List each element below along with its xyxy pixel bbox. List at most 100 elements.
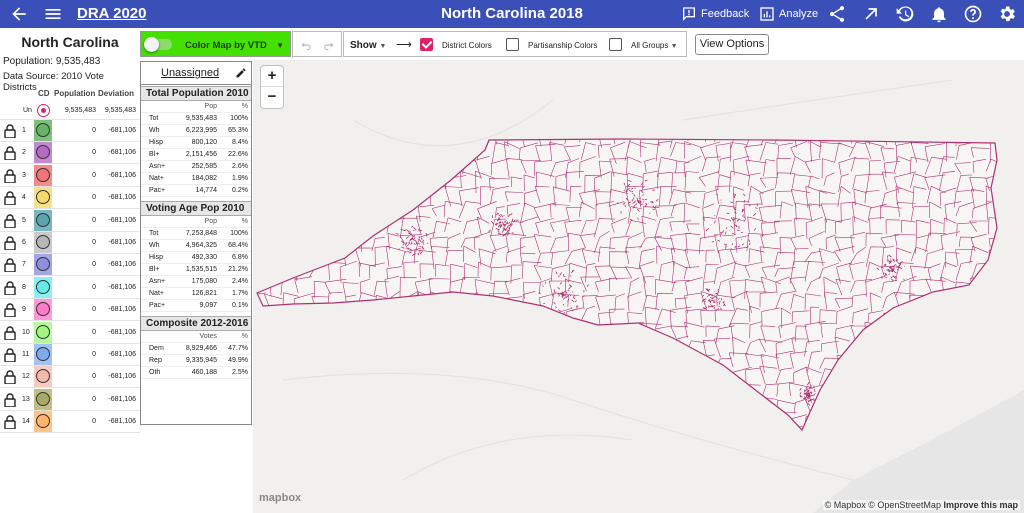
district-row[interactable]: 1 0 -681,106 [0, 120, 140, 142]
show-dropdown[interactable]: Show ▼ [350, 40, 386, 51]
col-pct-label: % [241, 332, 248, 340]
district-number: 4 [22, 194, 26, 202]
analyze-button[interactable]: Analyze [759, 4, 818, 24]
stats-key: Hisp [149, 138, 164, 146]
undo-icon[interactable] [299, 38, 313, 52]
lock-icon[interactable] [4, 124, 16, 138]
district-color-swatch[interactable] [34, 321, 52, 343]
district-color-swatch[interactable] [34, 254, 52, 276]
lock-icon[interactable] [4, 393, 16, 407]
history-icon[interactable] [895, 4, 915, 24]
lock-icon[interactable] [4, 236, 16, 250]
bell-icon[interactable] [929, 4, 949, 24]
expand-icon[interactable] [861, 4, 881, 24]
pencil-icon[interactable] [235, 67, 247, 79]
lock-icon[interactable] [4, 281, 16, 295]
district-color-swatch[interactable] [34, 164, 52, 186]
zoom-out-button[interactable]: − [261, 87, 283, 108]
stats-pct: 21.2% [228, 265, 248, 273]
unassigned-radio[interactable] [37, 104, 50, 117]
mapbox-logo[interactable]: mapbox [259, 492, 301, 504]
district-deviation: -681,106 [108, 418, 136, 426]
district-row[interactable]: 2 0 -681,106 [0, 142, 140, 165]
lock-icon[interactable] [4, 213, 16, 228]
district-colors-checkbox[interactable] [420, 38, 433, 51]
district-color-swatch[interactable] [34, 232, 52, 253]
chevron-down-icon: ▼ [276, 41, 284, 50]
arrow-left-icon[interactable] [9, 4, 29, 24]
color-map-dropdown[interactable]: Color Map by VTD ▼ [140, 31, 291, 57]
stats-row: Oth 460,188 2.5% [141, 367, 251, 379]
lock-icon[interactable] [4, 348, 16, 362]
zoom-in-button[interactable]: + [261, 66, 283, 87]
district-row[interactable]: 5 0 -681,106 [0, 209, 140, 232]
stats-title-bar: Unassigned [141, 62, 251, 85]
district-deviation: -681,106 [108, 306, 136, 314]
stats-key: Wh [149, 126, 160, 134]
district-number: 3 [22, 171, 26, 179]
district-population: 0 [92, 171, 96, 179]
district-color-swatch[interactable] [34, 142, 52, 164]
district-row[interactable]: 11 0 -681,106 [0, 344, 140, 366]
stats-row: Asn+ 252,585 2.6% [141, 161, 251, 173]
district-color-swatch[interactable] [34, 366, 52, 388]
brand-link[interactable]: DRA 2020 [77, 5, 146, 22]
stats-row: Wh 6,223,995 65.3% [141, 125, 251, 137]
lock-icon[interactable] [4, 370, 16, 385]
north-carolina-vtd-map[interactable] [253, 60, 1024, 513]
map-canvas[interactable] [253, 60, 1024, 513]
lock-icon[interactable] [4, 303, 16, 318]
all-groups-dropdown[interactable]: All Groups ▼ [631, 41, 678, 50]
stats-value: 9,335,945 [185, 356, 217, 364]
lock-icon[interactable] [4, 415, 16, 430]
feedback-button[interactable]: Feedback [681, 4, 749, 24]
lock-icon[interactable] [4, 325, 16, 340]
share-icon[interactable] [827, 4, 847, 24]
lock-icon[interactable] [4, 258, 16, 273]
redo-icon[interactable] [322, 38, 336, 52]
gear-icon[interactable] [997, 4, 1017, 24]
district-color-swatch[interactable] [34, 209, 52, 231]
lock-icon[interactable] [4, 191, 16, 206]
district-color-swatch[interactable] [34, 120, 52, 141]
district-row[interactable]: 13 0 -681,106 [0, 388, 140, 411]
partisanship-colors-label: Partisanship Colors [528, 41, 598, 50]
hamburger-icon[interactable] [43, 4, 63, 24]
attribution-text[interactable]: © Mapbox © OpenStreetMap [825, 500, 941, 510]
district-number: 5 [22, 216, 26, 224]
district-color-swatch[interactable] [34, 388, 52, 410]
stats-pct: 2.5% [232, 368, 248, 376]
show-options-group: Show ▼ ⟶ District Colors Partisanship Co… [343, 31, 687, 57]
district-color-swatch[interactable] [34, 411, 52, 433]
district-color-swatch[interactable] [34, 187, 52, 209]
district-color-swatch[interactable] [34, 276, 52, 298]
district-row[interactable]: 6 0 -681,106 [0, 232, 140, 254]
lock-icon[interactable] [4, 146, 16, 161]
district-row[interactable]: 8 0 -681,106 [0, 276, 140, 299]
lock-icon[interactable] [4, 169, 16, 183]
district-row[interactable]: 3 0 -681,106 [0, 164, 140, 187]
color-map-toggle[interactable] [144, 37, 172, 52]
district-row[interactable]: 10 0 -681,106 [0, 321, 140, 344]
district-deviation: -681,106 [108, 239, 136, 246]
district-row[interactable]: 12 0 -681,106 [0, 366, 140, 389]
district-row[interactable]: 4 0 -681,106 [0, 187, 140, 210]
view-options-button[interactable]: View Options [695, 34, 769, 55]
district-color-swatch[interactable] [34, 299, 52, 321]
partisanship-colors-checkbox[interactable] [506, 38, 519, 51]
district-population: 0 [92, 328, 96, 336]
stats-row: Dem 8,929,466 47.7% [141, 343, 251, 355]
stats-title[interactable]: Unassigned [161, 67, 219, 79]
stats-key: Dem [149, 344, 164, 352]
help-icon[interactable] [963, 4, 983, 24]
stats-key: Asn+ [149, 162, 166, 170]
all-groups-checkbox[interactable] [609, 38, 622, 51]
unassigned-row[interactable]: Un 9,535,483 9,535,483 [0, 102, 140, 120]
district-row[interactable]: 14 0 -681,106 [0, 411, 140, 434]
district-color-swatch[interactable] [34, 344, 52, 365]
improve-map-link[interactable]: Improve this map [943, 500, 1018, 510]
stats-column-header: Votes% [141, 331, 251, 343]
district-row[interactable]: 9 0 -681,106 [0, 299, 140, 322]
district-population: 0 [92, 127, 96, 134]
district-row[interactable]: 7 0 -681,106 [0, 254, 140, 277]
